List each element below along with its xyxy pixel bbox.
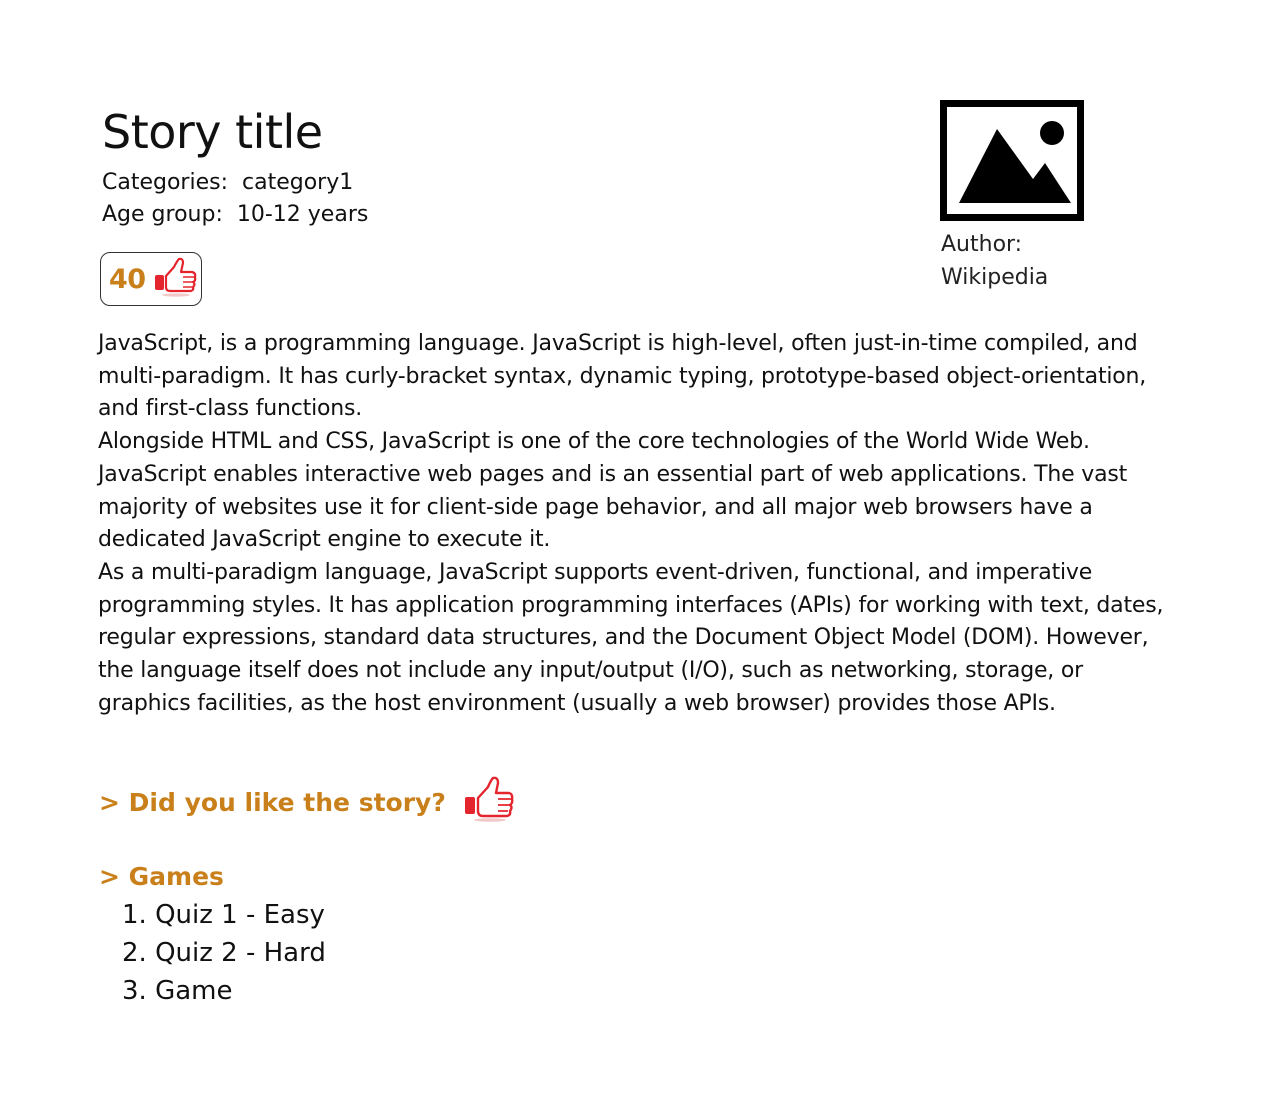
- thumbs-up-icon: [152, 257, 198, 301]
- author-name: Wikipedia: [941, 265, 1049, 290]
- age-group-value: 10-12 years: [236, 202, 369, 227]
- like-story-label: > Did you like the story?: [99, 787, 446, 817]
- thumbs-up-icon[interactable]: [462, 776, 516, 828]
- categories-value: category1: [242, 170, 354, 195]
- story-paragraph: Alongside HTML and CSS, JavaScript is on…: [98, 429, 1128, 553]
- game-link-game[interactable]: 3. Game: [122, 972, 326, 1010]
- image-placeholder-icon: [940, 100, 1084, 221]
- story-paragraph: As a multi-paradigm language, JavaScript…: [98, 559, 1164, 716]
- age-group-label: Age group:: [102, 202, 223, 227]
- author-label: Author:: [941, 232, 1023, 257]
- story-title: Story title: [102, 105, 323, 159]
- games-list: 1. Quiz 1 - Easy 2. Quiz 2 - Hard 3. Gam…: [122, 896, 326, 1010]
- likes-counter[interactable]: 40: [100, 252, 202, 306]
- game-link-quiz-2[interactable]: 2. Quiz 2 - Hard: [122, 934, 326, 972]
- categories-row: Categories: category1: [102, 168, 353, 198]
- author-block: Author: Wikipedia: [941, 228, 1048, 294]
- categories-label: Categories:: [102, 170, 228, 195]
- games-heading: > Games: [99, 862, 224, 891]
- story-paragraph: JavaScript, is a programming language. J…: [98, 331, 1147, 422]
- story-body: JavaScript, is a programming language. J…: [98, 328, 1178, 720]
- game-link-quiz-1[interactable]: 1. Quiz 1 - Easy: [122, 896, 326, 934]
- age-group-row: Age group: 10-12 years: [102, 200, 368, 230]
- likes-count: 40: [109, 263, 146, 295]
- like-story-prompt: > Did you like the story?: [99, 776, 516, 828]
